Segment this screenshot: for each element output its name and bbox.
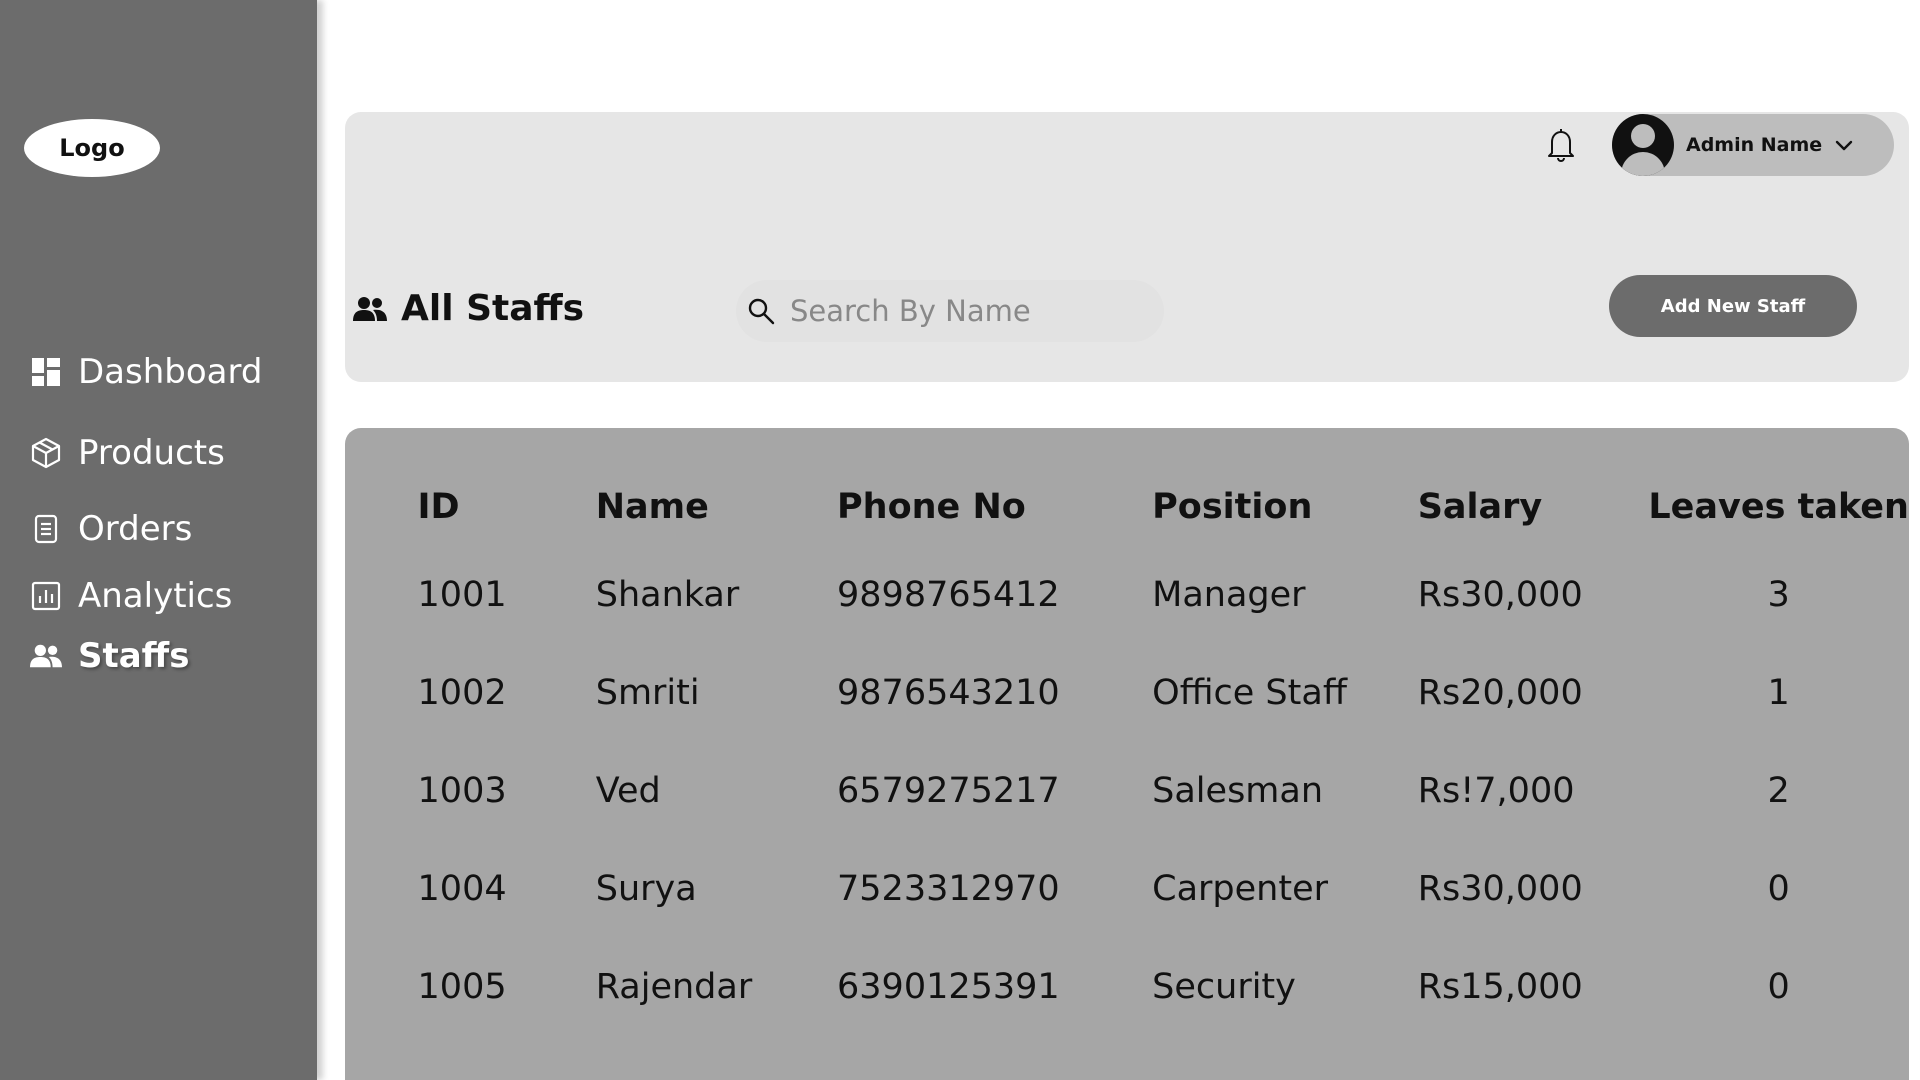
document-icon — [30, 513, 62, 545]
table-header-row: ID Name Phone No Position Salary Leaves … — [345, 428, 1909, 546]
sidebar: Logo Dashboard Products Orders Analytics… — [0, 0, 317, 1080]
people-icon — [353, 296, 387, 321]
cell-salary: Rs30,000 — [1417, 575, 1583, 615]
column-header-salary[interactable]: Salary — [1418, 428, 1649, 546]
cell-phone: 7523312970 — [837, 869, 1060, 909]
cell-name: Ved — [595, 771, 661, 811]
cell-name: Shankar — [595, 575, 740, 615]
table-row[interactable]: 1002 Smriti 9876543210 Office Staff Rs20… — [345, 644, 1909, 742]
analytics-icon — [30, 580, 62, 612]
table-row[interactable]: 1003 Ved 6579275217 Salesman Rs!7,000 2 — [345, 742, 1909, 840]
cell-salary: Rs!7,000 — [1417, 771, 1575, 811]
logo[interactable]: Logo — [24, 119, 160, 177]
cell-position: Manager — [1152, 575, 1306, 615]
cell-id: 1001 — [417, 575, 507, 615]
cell-phone: 6579275217 — [837, 771, 1060, 811]
cell-name: Surya — [595, 869, 697, 909]
add-new-staff-button[interactable]: Add New Staff — [1609, 275, 1857, 337]
sidebar-item-products[interactable]: Products — [30, 433, 225, 473]
admin-menu[interactable]: Admin Name — [1612, 114, 1894, 176]
search-icon — [748, 298, 775, 325]
sidebar-item-orders[interactable]: Orders — [30, 509, 192, 549]
table-row[interactable]: 1004 Surya 7523312970 Carpenter Rs30,000… — [345, 840, 1909, 938]
cell-id: 1004 — [417, 869, 507, 909]
sidebar-item-dashboard[interactable]: Dashboard — [30, 352, 262, 392]
cell-position: Office Staff — [1152, 673, 1347, 713]
cell-phone: 9876543210 — [837, 673, 1060, 713]
sidebar-item-label: Dashboard — [78, 352, 263, 392]
chevron-down-icon — [1835, 140, 1853, 151]
cell-id: 1005 — [417, 967, 507, 1007]
search-bar[interactable] — [736, 280, 1164, 342]
column-header-leaves[interactable]: Leaves taken — [1648, 428, 1909, 546]
admin-name: Admin Name — [1686, 134, 1823, 156]
staff-table-panel: ID Name Phone No Position Salary Leaves … — [345, 428, 1909, 1080]
page-title-text: All Staffs — [401, 288, 585, 329]
column-header-phone[interactable]: Phone No — [837, 428, 1152, 546]
cell-position: Carpenter — [1152, 869, 1328, 909]
search-input[interactable] — [790, 294, 1130, 328]
cell-salary: Rs15,000 — [1417, 967, 1583, 1007]
cell-leaves: 3 — [1767, 575, 1790, 615]
cell-position: Security — [1152, 967, 1296, 1007]
cell-phone: 9898765412 — [837, 575, 1060, 615]
cell-name: Smriti — [595, 673, 700, 713]
cell-leaves: 0 — [1767, 869, 1790, 909]
cell-leaves: 2 — [1767, 771, 1790, 811]
box-icon — [30, 437, 62, 469]
cell-phone: 6390125391 — [837, 967, 1060, 1007]
cell-salary: Rs20,000 — [1417, 673, 1583, 713]
sidebar-item-staffs[interactable]: Staffs — [30, 636, 189, 676]
dashboard-icon — [30, 356, 62, 388]
cell-id: 1003 — [417, 771, 507, 811]
people-icon — [30, 640, 62, 672]
sidebar-item-label: Orders — [78, 509, 193, 549]
page-title: All Staffs — [353, 288, 584, 329]
cell-leaves: 0 — [1767, 967, 1790, 1007]
staff-table: ID Name Phone No Position Salary Leaves … — [345, 428, 1909, 1036]
column-header-name[interactable]: Name — [596, 428, 837, 546]
cell-position: Salesman — [1152, 771, 1324, 811]
column-header-id[interactable]: ID — [418, 428, 596, 546]
cell-id: 1002 — [417, 673, 507, 713]
sidebar-item-label: Products — [78, 433, 225, 473]
table-row[interactable]: 1001 Shankar 9898765412 Manager Rs30,000… — [345, 546, 1909, 644]
bell-icon[interactable] — [1544, 127, 1578, 163]
avatar — [1612, 114, 1674, 176]
table-row[interactable]: 1005 Rajendar 6390125391 Security Rs15,0… — [345, 938, 1909, 1036]
cell-salary: Rs30,000 — [1417, 869, 1583, 909]
cell-leaves: 1 — [1767, 673, 1790, 713]
sidebar-item-label: Staffs — [78, 636, 190, 676]
cell-name: Rajendar — [595, 967, 753, 1007]
column-header-position[interactable]: Position — [1152, 428, 1418, 546]
sidebar-item-analytics[interactable]: Analytics — [30, 576, 232, 616]
sidebar-item-label: Analytics — [78, 576, 233, 616]
